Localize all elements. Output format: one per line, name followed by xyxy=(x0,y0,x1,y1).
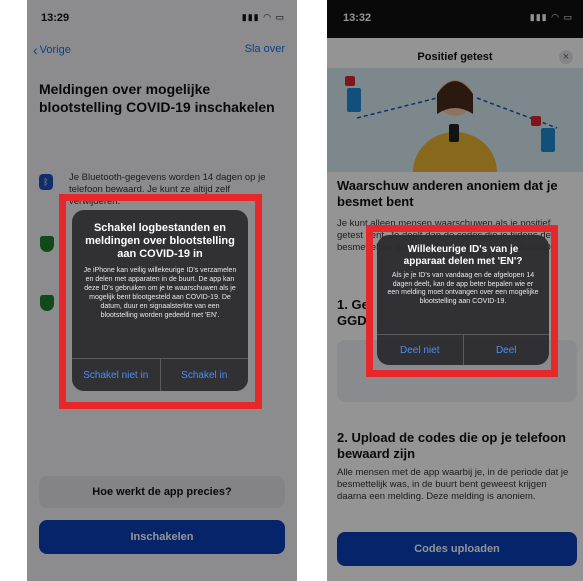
highlight-frame xyxy=(366,225,558,377)
highlight-frame xyxy=(59,194,262,409)
